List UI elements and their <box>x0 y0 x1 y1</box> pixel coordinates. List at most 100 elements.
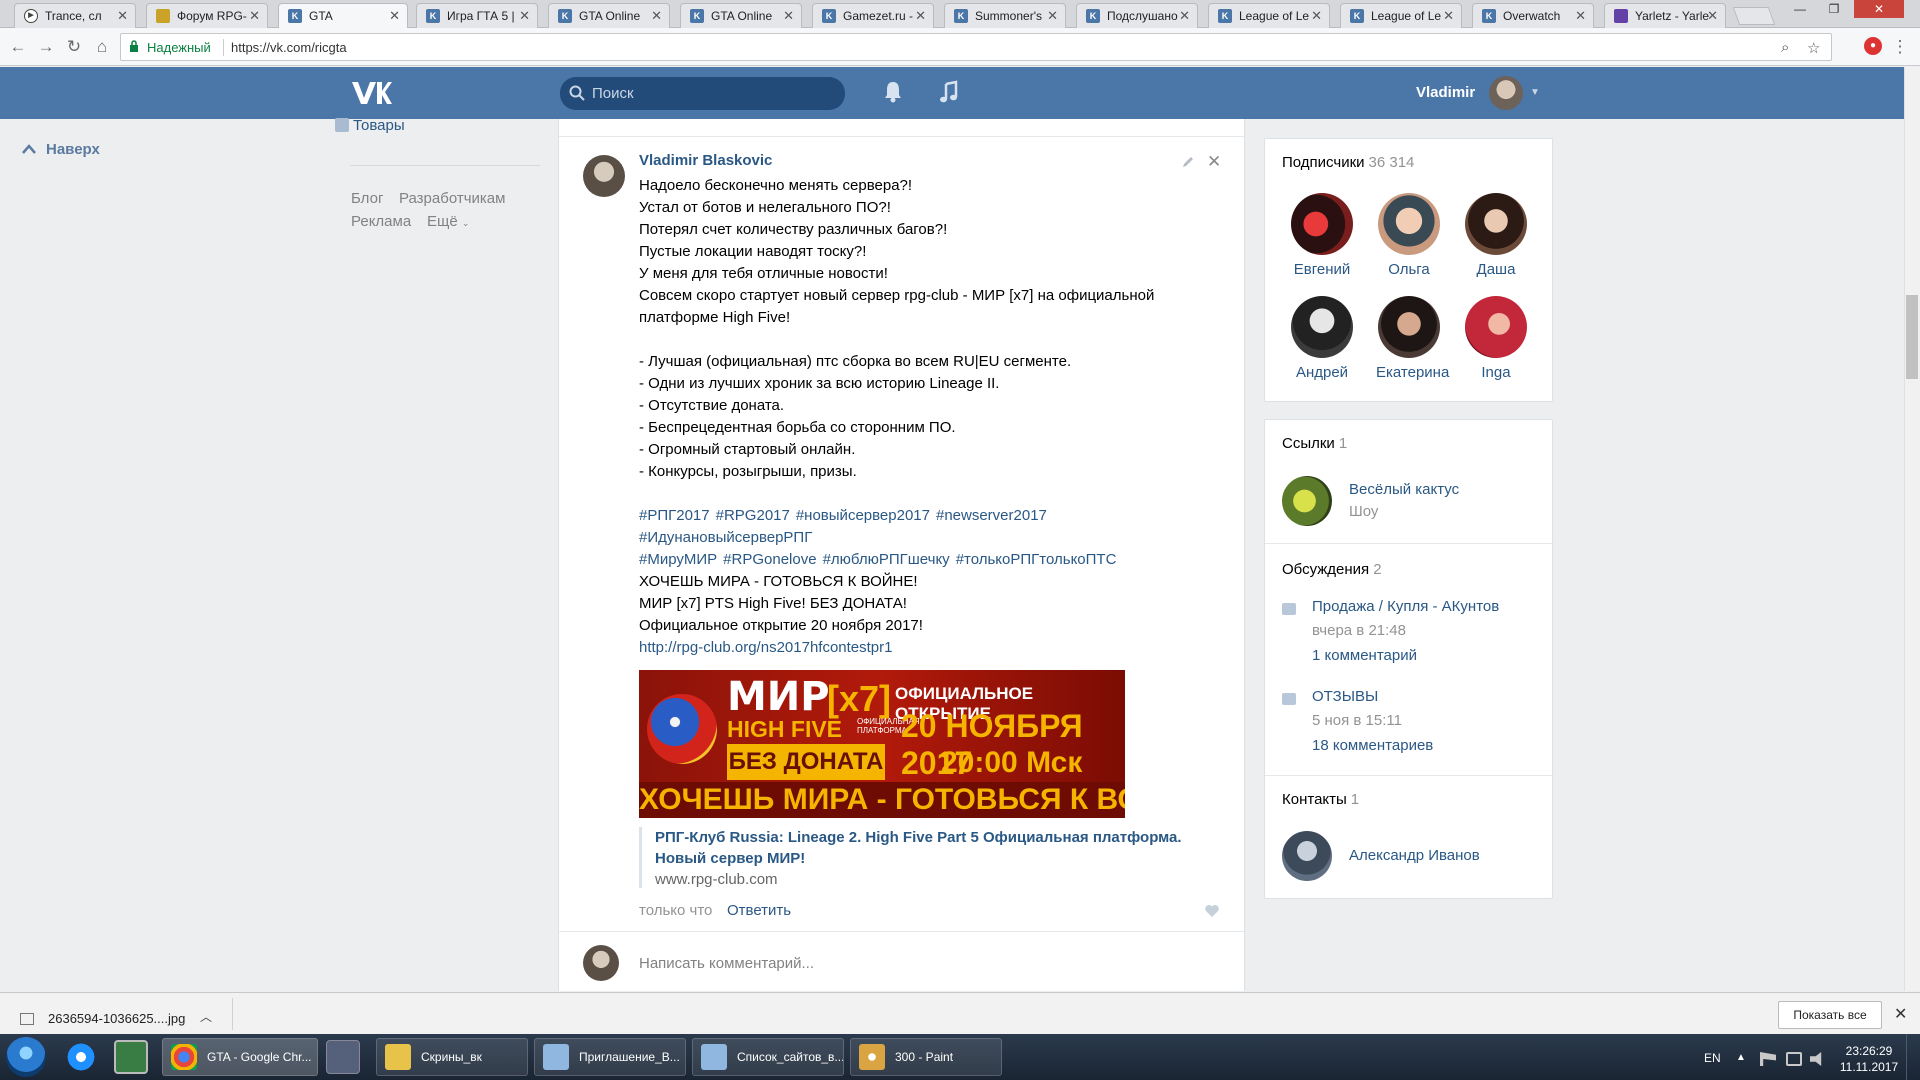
discussion-title[interactable]: Продажа / Купля - АКунтов <box>1312 598 1499 615</box>
close-tab-icon[interactable]: ✕ <box>389 8 400 24</box>
back-icon[interactable]: ← <box>8 37 28 57</box>
close-tab-icon[interactable]: ✕ <box>519 8 530 24</box>
hashtag-link[interactable]: #толькоРПГтолькоПТС <box>956 551 1117 568</box>
browser-tab-active[interactable]: K GTA ✕ <box>278 3 408 29</box>
browser-tab[interactable]: K Gamezet.ru - ✕ <box>812 3 934 28</box>
music-note-icon[interactable] <box>938 80 960 104</box>
reload-icon[interactable]: ↻ <box>64 37 84 57</box>
browser-tab[interactable]: K League of Le ✕ <box>1340 3 1462 28</box>
post-url-link[interactable]: http://rpg-club.org/ns2017hfcontestpr1 <box>639 639 893 656</box>
heart-like-icon[interactable] <box>1204 904 1220 918</box>
close-icon[interactable]: ✕ <box>1894 1004 1907 1024</box>
hashtag-link[interactable]: #ИдунановыйсерверРПГ <box>639 529 812 546</box>
close-tab-icon[interactable]: ✕ <box>1311 8 1322 24</box>
zoom-icon[interactable]: ⌕ <box>1781 39 1789 56</box>
browser-tab[interactable]: K League of Le ✕ <box>1208 3 1330 28</box>
page-scrollbar[interactable] <box>1904 67 1920 991</box>
discussion-comments[interactable]: 18 комментариев <box>1312 737 1433 754</box>
author-avatar[interactable] <box>583 155 625 197</box>
contacts-header[interactable]: Контакты 1 <box>1282 791 1359 808</box>
discussions-header[interactable]: Обсуждения 2 <box>1282 561 1382 578</box>
chrome-menu-icon[interactable]: ⋮ <box>1890 37 1910 57</box>
browser-tab[interactable]: Форум RPG- ✕ <box>146 3 268 28</box>
minimize-icon[interactable]: — <box>1786 0 1814 18</box>
close-tab-icon[interactable]: ✕ <box>249 8 260 24</box>
close-tab-icon[interactable]: ✕ <box>1047 8 1058 24</box>
footer-link-more[interactable]: Ещё ⌄ <box>427 213 469 230</box>
taskbar-task[interactable]: GTA - Google Chr... <box>162 1038 318 1076</box>
taskbar-task[interactable]: 300 - Paint <box>850 1038 1002 1076</box>
chevron-down-icon[interactable]: ▼ <box>1530 87 1540 98</box>
scroll-to-top-button[interactable]: Наверх <box>22 141 100 158</box>
close-tab-icon[interactable]: ✕ <box>783 8 794 24</box>
language-indicator[interactable]: EN <box>1704 1051 1721 1065</box>
reply-link[interactable]: Ответить <box>727 902 791 919</box>
contact-name[interactable]: Александр Иванов <box>1349 847 1480 864</box>
comment-input[interactable] <box>639 951 1199 975</box>
new-tab-button[interactable] <box>1732 7 1776 25</box>
search-box[interactable] <box>560 77 845 110</box>
close-tab-icon[interactable]: ✕ <box>1179 8 1190 24</box>
search-input[interactable] <box>592 82 832 104</box>
app-icon[interactable] <box>326 1040 360 1074</box>
browser-tab[interactable]: K Summoner's ✕ <box>944 3 1066 28</box>
notifications-bell-icon[interactable] <box>882 80 904 104</box>
footer-link-ads[interactable]: Реклама <box>351 213 411 230</box>
discussion-title[interactable]: ОТЗЫВЫ <box>1312 688 1378 705</box>
url-text[interactable]: https://vk.com/ricgta <box>231 40 347 55</box>
taskbar-task[interactable]: Скрины_вк <box>376 1038 528 1076</box>
browser-tab[interactable]: K GTA Online ✕ <box>680 3 802 28</box>
hashtag-link[interactable]: #МируМИР <box>639 551 717 568</box>
hashtag-link[interactable]: #новыйсервер2017 <box>796 507 930 524</box>
tray-expand-icon[interactable]: ▲ <box>1736 1052 1752 1066</box>
window-close-icon[interactable]: ✕ <box>1854 0 1904 18</box>
download-item[interactable]: 2636594-1036625....jpg <box>20 1011 185 1026</box>
restore-icon[interactable]: ❐ <box>1820 0 1848 18</box>
scrollbar-thumb[interactable] <box>1906 295 1918 379</box>
left-menu-item-goods[interactable]: Товары <box>335 117 405 134</box>
hashtag-link[interactable]: #РПГ2017 <box>639 507 710 524</box>
browser-tab[interactable]: K Игра ГТА 5 | ✕ <box>416 3 538 28</box>
bookmark-star-icon[interactable]: ☆ <box>1807 39 1820 57</box>
close-tab-icon[interactable]: ✕ <box>651 8 662 24</box>
show-all-downloads-button[interactable]: Показать все <box>1778 1001 1882 1029</box>
post-time[interactable]: только что <box>639 902 712 919</box>
close-icon[interactable]: ✕ <box>1207 152 1221 172</box>
footer-link-blog[interactable]: Блог <box>351 190 383 207</box>
snippet-title[interactable]: РПГ-Клуб Russia: Lineage 2. High Five Pa… <box>655 827 1229 869</box>
network-icon[interactable] <box>1786 1052 1802 1066</box>
contact-avatar[interactable] <box>1282 831 1332 881</box>
address-bar[interactable]: Надежный https://vk.com/ricgta ⌕ ☆ <box>120 33 1832 61</box>
close-tab-icon[interactable]: ✕ <box>1707 8 1718 24</box>
taskbar-task[interactable]: Приглашение_В... <box>534 1038 686 1076</box>
chevron-up-icon[interactable]: ︿ <box>200 1008 212 1025</box>
post-author-name[interactable]: Vladimir Blaskovic <box>639 152 772 169</box>
close-tab-icon[interactable]: ✕ <box>117 8 128 24</box>
forward-icon[interactable]: → <box>36 37 56 57</box>
browser-tab[interactable]: K Overwatch ✕ <box>1472 3 1594 28</box>
windows-start-icon[interactable] <box>6 1037 46 1077</box>
user-name[interactable]: Vladimir <box>1416 84 1475 101</box>
user-avatar[interactable] <box>1489 76 1523 110</box>
subscriber[interactable]: Евгений <box>1289 193 1355 278</box>
extension-icon[interactable]: ● <box>1864 37 1882 55</box>
close-tab-icon[interactable]: ✕ <box>1575 8 1586 24</box>
home-icon[interactable]: ⌂ <box>92 37 112 57</box>
hashtag-link[interactable]: #RPG2017 <box>716 507 790 524</box>
subscriber[interactable]: Inga <box>1463 296 1529 381</box>
taskbar-task[interactable]: Список_сайтов_в... <box>692 1038 844 1076</box>
hashtag-link[interactable]: #люблюРПГшечку <box>823 551 950 568</box>
show-desktop-button[interactable] <box>1906 1034 1920 1080</box>
footer-link-developers[interactable]: Разработчикам <box>399 190 505 207</box>
close-tab-icon[interactable]: ✕ <box>1443 8 1454 24</box>
subscribers-header[interactable]: Подписчики 36 314 <box>1282 154 1414 171</box>
subscriber[interactable]: Даша <box>1463 193 1529 278</box>
subscriber[interactable]: Ольга <box>1376 193 1442 278</box>
link-snippet[interactable]: РПГ-Клуб Russia: Lineage 2. High Five Pa… <box>639 827 1229 888</box>
browser-tab[interactable]: ▶ Trance, сл ✕ <box>14 3 136 28</box>
link-avatar[interactable] <box>1282 476 1332 526</box>
hashtag-link[interactable]: #newserver2017 <box>936 507 1047 524</box>
discussion-comments[interactable]: 1 комментарий <box>1312 647 1417 664</box>
vk-logo-icon[interactable] <box>350 79 392 107</box>
internet-explorer-icon[interactable] <box>64 1040 98 1074</box>
